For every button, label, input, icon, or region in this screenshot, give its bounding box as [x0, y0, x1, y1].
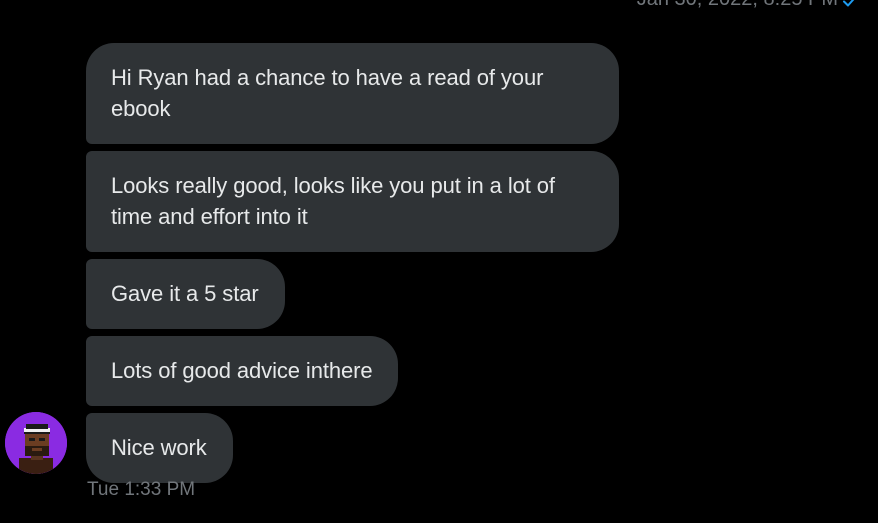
message-bubble[interactable]: Hi Ryan had a chance to have a read of y…	[86, 43, 619, 144]
pixel-avatar-icon	[5, 412, 67, 474]
message-bubble[interactable]: Looks really good, looks like you put in…	[86, 151, 619, 252]
previous-timestamp-text: Jan 30, 2022, 8:25 PM	[637, 0, 838, 11]
message-text: Nice work	[111, 435, 207, 460]
message-bubble[interactable]: Nice work	[86, 413, 233, 483]
message-text: Hi Ryan had a chance to have a read of y…	[111, 65, 544, 121]
message-timestamp: Tue 1:33 PM	[87, 479, 196, 500]
message-text: Lots of good advice inthere	[111, 358, 373, 383]
message-text: Gave it a 5 star	[111, 281, 259, 306]
message-text: Looks really good, looks like you put in…	[111, 173, 555, 229]
check-icon	[842, 0, 858, 8]
previous-message-timestamp: Jan 30, 2022, 8:25 PM	[637, 0, 858, 11]
message-thread: Hi Ryan had a chance to have a read of y…	[86, 43, 619, 483]
message-bubble[interactable]: Gave it a 5 star	[86, 259, 285, 329]
message-bubble[interactable]: Lots of good advice inthere	[86, 336, 399, 406]
avatar[interactable]	[5, 412, 67, 474]
